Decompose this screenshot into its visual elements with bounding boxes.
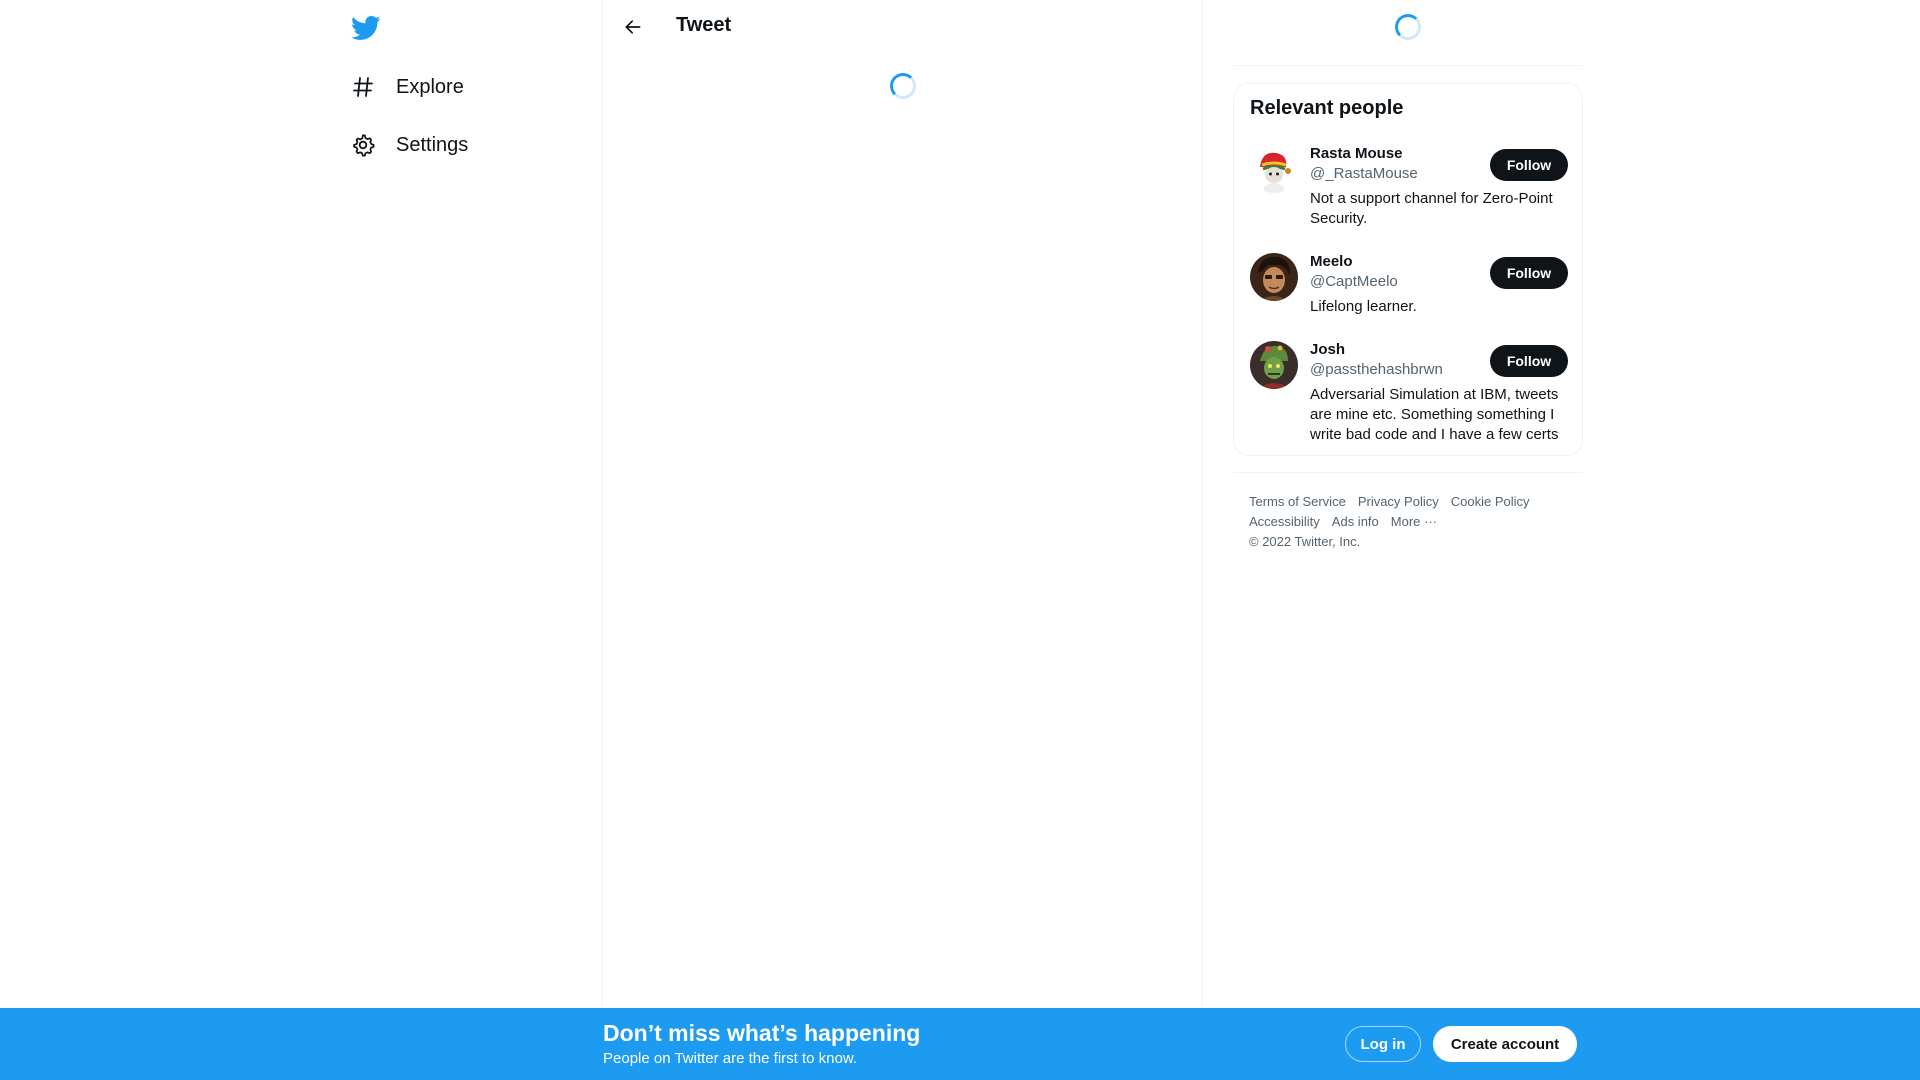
- relevant-people-card: Relevant people Rasta Mouse @_RastaMouse…: [1233, 83, 1583, 456]
- twitter-logo-icon[interactable]: [338, 8, 394, 48]
- terms-link[interactable]: Terms of Service: [1249, 492, 1346, 512]
- relevant-people-title: Relevant people: [1250, 97, 1404, 119]
- right-sidebar: Relevant people Rasta Mouse @_RastaMouse…: [1233, 0, 1583, 1080]
- person-handle[interactable]: @passthehashbrwn: [1310, 361, 1443, 378]
- person-bio: Adversarial Simulation at IBM, tweets ar…: [1310, 386, 1559, 443]
- footer-row: Terms of Service Privacy Policy Cookie P…: [1249, 492, 1569, 512]
- log-in-button[interactable]: Log in: [1345, 1026, 1421, 1062]
- nav-item-explore[interactable]: Explore: [338, 61, 476, 113]
- twitter-bird-icon: [351, 16, 381, 40]
- avatar[interactable]: [1250, 341, 1298, 389]
- person-item-meelo[interactable]: Meelo @CaptMeelo Follow Lifelong learner…: [1234, 253, 1582, 321]
- loading-spinner: [890, 73, 916, 99]
- hashtag-icon: [350, 74, 376, 100]
- person-handle[interactable]: @_RastaMouse: [1310, 165, 1418, 182]
- copyright: © 2022 Twitter, Inc.: [1249, 534, 1361, 549]
- create-account-button[interactable]: Create account: [1433, 1026, 1577, 1062]
- gear-icon: [350, 132, 376, 158]
- nav-item-label: Settings: [396, 133, 469, 156]
- person-item-josh[interactable]: Josh @passthehashbrwn Follow Adversarial…: [1234, 341, 1582, 453]
- nav-item-settings[interactable]: Settings: [338, 119, 480, 171]
- follow-button[interactable]: Follow: [1490, 149, 1568, 181]
- person-handle[interactable]: @CaptMeelo: [1310, 273, 1398, 290]
- sidebar-divider: [1233, 472, 1583, 473]
- sidebar-loading-spinner: [1395, 14, 1421, 40]
- person-item-rasta-mouse[interactable]: Rasta Mouse @_RastaMouse Follow Not a su…: [1234, 145, 1582, 233]
- login-banner: Don’t miss what’s happening People on Tw…: [0, 1008, 1920, 1080]
- person-bio: Not a support channel for Zero-Point Sec…: [1310, 190, 1553, 227]
- footer-row: Accessibility Ads info More ···: [1249, 512, 1569, 532]
- main-header: Tweet: [603, 0, 1203, 53]
- banner-subtitle: People on Twitter are the first to know.: [603, 1050, 858, 1067]
- page-title: Tweet: [676, 14, 732, 36]
- accessibility-link[interactable]: Accessibility: [1249, 512, 1320, 532]
- follow-button[interactable]: Follow: [1490, 257, 1568, 289]
- person-name[interactable]: Rasta Mouse: [1310, 145, 1403, 162]
- ads-info-link[interactable]: Ads info: [1332, 512, 1379, 532]
- avatar[interactable]: [1250, 145, 1298, 193]
- back-button[interactable]: [615, 9, 651, 45]
- main-column: Tweet: [603, 0, 1203, 1080]
- sidebar-loading-area: [1233, 0, 1583, 66]
- app-root: Explore Settings Tweet Relevant people R…: [0, 0, 1920, 1080]
- person-name[interactable]: Meelo: [1310, 253, 1353, 270]
- person-name[interactable]: Josh: [1310, 341, 1345, 358]
- nav-item-label: Explore: [396, 75, 464, 98]
- avatar[interactable]: [1250, 253, 1298, 301]
- arrow-left-icon: [625, 20, 641, 34]
- person-bio: Lifelong learner.: [1310, 298, 1417, 315]
- left-nav: Explore Settings: [0, 0, 603, 1080]
- privacy-link[interactable]: Privacy Policy: [1358, 492, 1439, 512]
- follow-button[interactable]: Follow: [1490, 345, 1568, 377]
- cookie-link[interactable]: Cookie Policy: [1451, 492, 1530, 512]
- more-link[interactable]: More ···: [1391, 512, 1437, 532]
- footer-links: Terms of Service Privacy Policy Cookie P…: [1249, 492, 1569, 552]
- banner-title: Don’t miss what’s happening: [603, 1020, 921, 1046]
